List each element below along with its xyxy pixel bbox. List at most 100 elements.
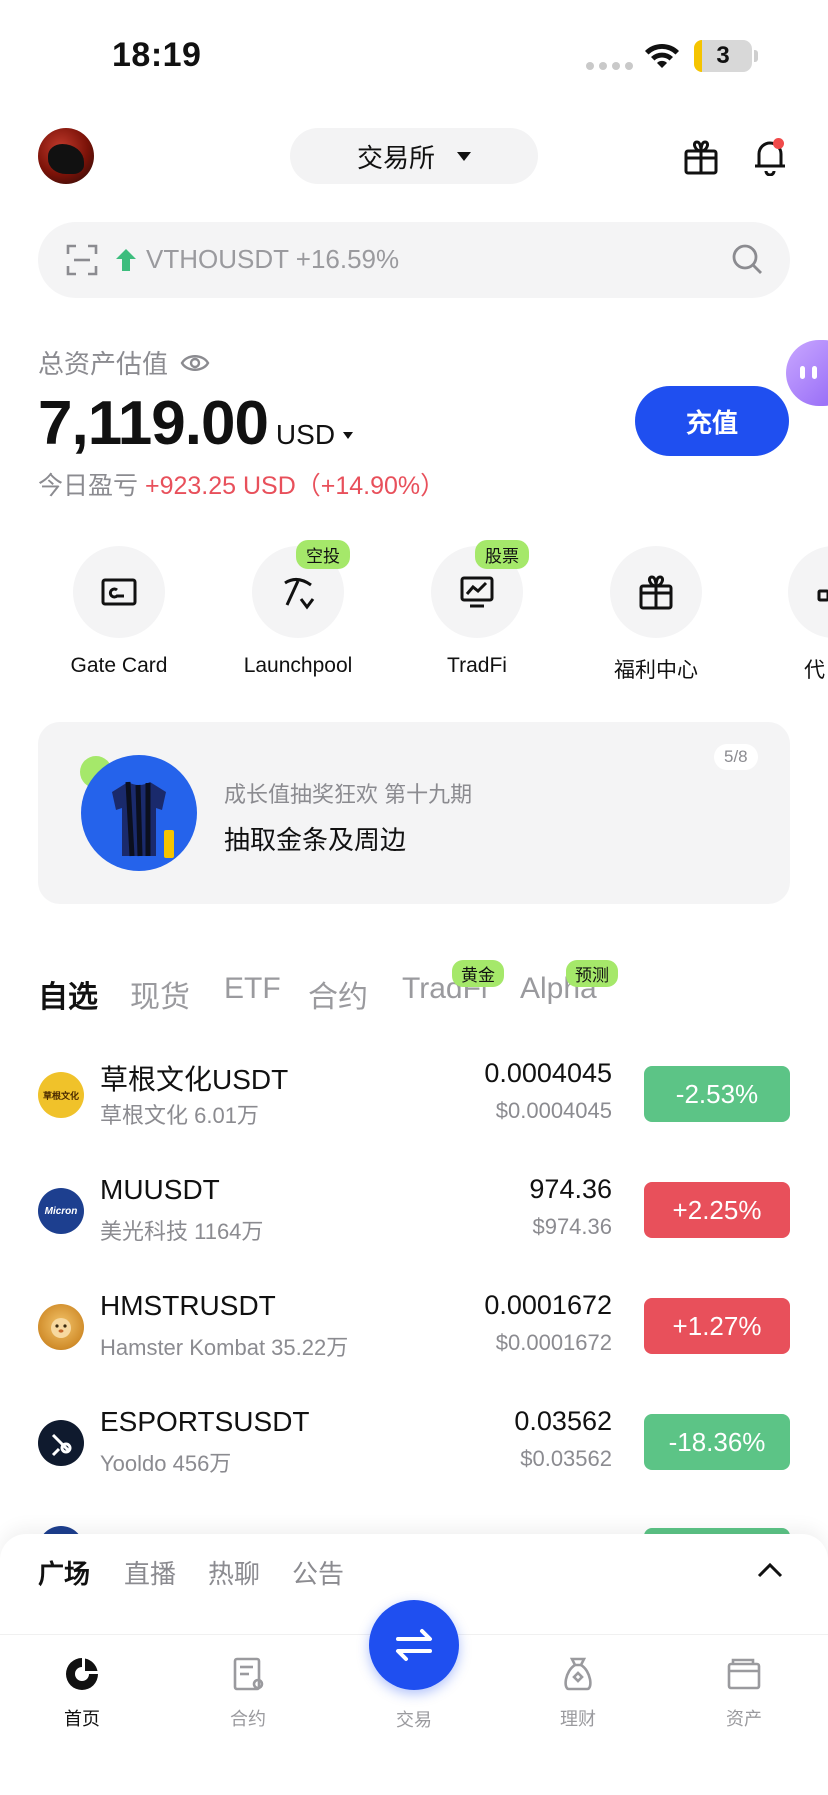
coin-symbol: HMSTRUSDT — [100, 1290, 276, 1321]
gift-icon[interactable] — [682, 138, 720, 176]
hamster-icon — [51, 1318, 71, 1338]
battery-tip — [754, 50, 758, 62]
assets-value-row: 7,119.00 USD — [38, 388, 354, 459]
cellular-signal-icon — [586, 62, 633, 70]
shortcut-badge: 空投 — [296, 540, 350, 569]
caret-down-icon — [457, 151, 471, 161]
tab-announcements[interactable]: 公告 — [292, 1554, 344, 1591]
exchange-switch-button[interactable]: 交易所 — [290, 128, 538, 184]
shortcut-gate-card[interactable]: Gate Card — [44, 546, 194, 678]
shortcut-more[interactable]: 代 — [760, 546, 828, 684]
grid-icon — [817, 589, 828, 602]
search-icon[interactable] — [730, 242, 764, 276]
coin-logo-text: 草根文化 — [42, 1090, 79, 1101]
shortcut-label: Launchpool — [243, 654, 353, 677]
wifi-icon — [645, 43, 679, 68]
nav-label: 首页 — [64, 1709, 100, 1729]
hamster-coin-logo — [38, 1304, 84, 1350]
change-badge[interactable]: -2.53% — [644, 1066, 790, 1122]
banner-title: 抽取金条及周边 — [224, 825, 407, 855]
coin-price-usd: $0.0001672 — [495, 1330, 612, 1355]
tab-hot-chat[interactable]: 热聊 — [208, 1554, 260, 1591]
nav-assets[interactable]: 资产 — [684, 1655, 804, 1731]
chart-monitor-icon — [460, 576, 494, 608]
battery-indicator: 3 — [694, 40, 752, 72]
coin-subtitle: 草根文化 6.01万 — [100, 1103, 259, 1128]
notification-dot — [773, 138, 784, 149]
tab-badge: 预测 — [566, 960, 618, 987]
total-assets-label: 总资产估值 — [38, 349, 169, 379]
coin-price: 0.0001672 — [484, 1290, 612, 1320]
nav-futures[interactable]: 合约 — [188, 1655, 308, 1731]
coin-subtitle: Hamster Kombat 35.22万 — [100, 1335, 349, 1360]
market-row[interactable]: ESPORTSUSDT Yooldo 456万 0.03562 $0.03562… — [38, 1404, 790, 1482]
tab-live[interactable]: 直播 — [124, 1554, 176, 1591]
wallet-icon — [727, 1658, 761, 1690]
tab-favorites[interactable]: 自选 — [38, 972, 98, 1016]
trade-button[interactable] — [369, 1600, 459, 1690]
pickaxe-icon — [284, 578, 315, 610]
tab-etf[interactable]: ETF — [224, 972, 281, 1006]
coin-subtitle: Yooldo 456万 — [100, 1451, 232, 1476]
coin-symbol: ESPORTSUSDT — [100, 1406, 310, 1437]
nav-finance[interactable]: 理财 — [518, 1655, 638, 1731]
assistant-bubble-icon[interactable] — [786, 340, 828, 406]
change-badge[interactable]: +1.27% — [644, 1298, 790, 1354]
gift-icon — [639, 575, 673, 610]
coin-price-usd: $0.0004045 — [495, 1098, 612, 1123]
nav-label: 合约 — [230, 1709, 266, 1729]
finance-bag-icon — [564, 1657, 592, 1691]
market-row[interactable]: 草根文化 草根文化USDT 草根文化 6.01万 0.0004045 $0.00… — [38, 1056, 790, 1134]
eye-icon[interactable] — [180, 352, 210, 374]
shortcut-label: 代 — [804, 659, 825, 682]
market-row[interactable]: Micron MUUSDT 美光科技 1164万 974.36 $974.36 … — [38, 1172, 790, 1250]
coin-logo: 草根文化 — [38, 1072, 84, 1118]
daily-pnl-row: 今日盈亏 +923.25 USD（+14.90%） — [38, 466, 445, 502]
deposit-button[interactable]: 充值 — [635, 386, 789, 456]
currency-label: USD — [275, 419, 336, 450]
search-trending-text: VTHOUSDT +16.59% — [146, 244, 400, 274]
home-icon — [66, 1658, 98, 1690]
shortcut-icon-circle — [788, 546, 828, 638]
nav-label-trade: 交易 — [396, 1710, 432, 1730]
coin-price: 0.03562 — [514, 1406, 612, 1436]
nav-home[interactable]: 首页 — [22, 1655, 142, 1731]
promo-banner[interactable]: 成长值抽奖狂欢 第十九期 抽取金条及周边 5/8 — [38, 722, 790, 904]
banner-subtitle: 成长值抽奖狂欢 第十九期 — [224, 782, 473, 807]
change-badge[interactable]: -18.36% — [644, 1414, 790, 1470]
pnl-label: 今日盈亏 — [38, 472, 139, 500]
shortcut-tradfi[interactable]: 股票 TradFi — [402, 540, 552, 678]
coin-price-usd: $974.36 — [532, 1214, 612, 1239]
shortcut-rewards-center[interactable]: 福利中心 — [581, 546, 731, 684]
shortcut-icon-circle — [610, 546, 702, 638]
coin-price-usd: $0.03562 — [520, 1446, 612, 1471]
trending-up-icon — [116, 249, 136, 271]
shortcut-label: Gate Card — [70, 654, 168, 677]
tab-futures[interactable]: 合约 — [308, 972, 368, 1016]
exchange-label: 交易所 — [356, 142, 435, 173]
yooldo-coin-logo — [38, 1420, 84, 1466]
scan-icon[interactable] — [66, 244, 98, 276]
shortcut-icon-circle: 空投 — [252, 540, 350, 638]
caret-down-icon — [343, 431, 354, 439]
tab-spot[interactable]: 现货 — [130, 972, 190, 1016]
avatar[interactable] — [38, 128, 94, 184]
yooldo-icon — [51, 1433, 72, 1457]
shortcut-badge: 股票 — [475, 540, 529, 569]
shortcut-icon-circle: 股票 — [431, 540, 529, 638]
tab-square[interactable]: 广场 — [38, 1554, 90, 1591]
coin-subtitle: 美光科技 1164万 — [100, 1219, 264, 1244]
coin-symbol: 草根文化USDT — [100, 1064, 289, 1095]
tab-badge: 黄金 — [452, 960, 504, 987]
search-bar[interactable]: VTHOUSDT +16.59% — [38, 222, 790, 298]
shortcut-launchpool[interactable]: 空投 Launchpool — [223, 540, 373, 678]
chevron-up-icon[interactable] — [756, 1560, 784, 1580]
assets-label-row: 总资产估值 — [38, 344, 210, 381]
change-badge[interactable]: +2.25% — [644, 1182, 790, 1238]
status-time: 18:19 — [112, 36, 202, 74]
currency-selector[interactable]: USD — [275, 419, 354, 451]
nav-label: 资产 — [726, 1709, 762, 1729]
contract-icon — [233, 1657, 264, 1691]
market-row[interactable]: HMSTRUSDT Hamster Kombat 35.22万 0.000167… — [38, 1288, 790, 1366]
shortcut-label: TradFi — [447, 654, 507, 677]
